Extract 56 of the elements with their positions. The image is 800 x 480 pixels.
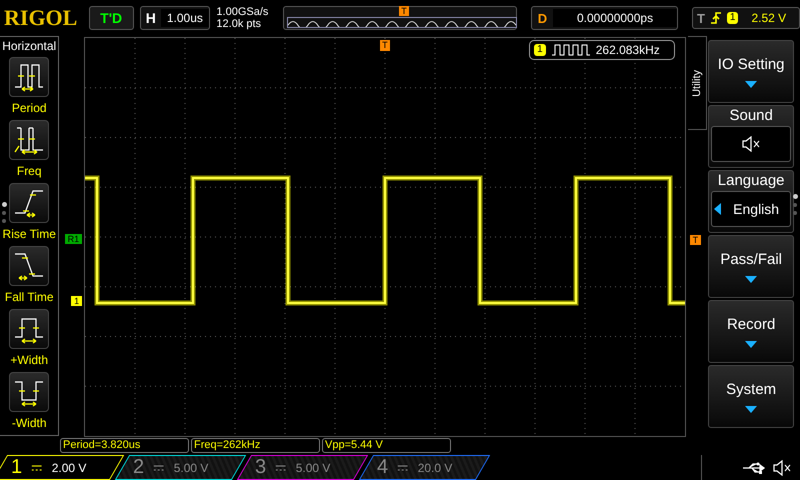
channel-tab[interactable]: 4 20.0 V <box>358 455 490 480</box>
submenu-button[interactable]: Pass/Fail <box>708 235 794 298</box>
submenu-button[interactable]: System <box>708 365 794 428</box>
sound-toggle[interactable] <box>711 126 792 162</box>
measurement-readout: Vpp=5.44 V <box>322 438 451 452</box>
rising-edge-icon <box>710 11 722 25</box>
channel-marker: 1 <box>71 296 82 306</box>
measure-button[interactable] <box>9 246 50 286</box>
measure-button[interactable] <box>9 372 50 412</box>
channel-tab[interactable]: 3 5.00 V <box>236 455 368 480</box>
measure-button[interactable] <box>9 120 50 160</box>
dropdown-arrow-icon <box>745 80 758 88</box>
measure-label: Freq <box>16 164 42 178</box>
timebase-display[interactable]: H 1.00us <box>140 6 210 30</box>
measure-button[interactable] <box>9 183 50 223</box>
delay-display[interactable]: D 0.00000000ps <box>530 6 678 30</box>
measure-label: Rise Time <box>2 227 56 241</box>
menu-item-label: Sound <box>729 106 773 126</box>
trigger-display[interactable]: T 1 2.52 V <box>692 7 800 29</box>
menu-item-label: Language <box>718 171 785 191</box>
memory-depth: 12.0k pts <box>216 18 262 30</box>
submenu-button[interactable]: Record <box>708 300 794 363</box>
brand-logo: RIGOL <box>4 4 78 32</box>
run-status: T'D <box>88 6 134 30</box>
menu-title: Horizontal <box>2 38 56 55</box>
mute-icon <box>772 460 792 476</box>
mute-icon <box>741 136 762 152</box>
dc-coupling-icon <box>154 464 164 470</box>
dc-coupling-icon <box>398 464 408 470</box>
trigger-position-marker: T <box>380 40 390 51</box>
sample-rate: 1.00GSa/s <box>216 6 270 18</box>
channel-badge: 1 <box>534 44 546 56</box>
measure-label: -Width <box>12 416 47 430</box>
dc-coupling-icon <box>32 464 42 470</box>
language-selector[interactable]: English <box>711 191 792 227</box>
measure-button[interactable] <box>9 57 50 97</box>
measure-label: Period <box>12 101 47 115</box>
measure-button[interactable] <box>9 309 50 349</box>
reference-marker: R1 <box>64 234 82 244</box>
dropdown-arrow-icon <box>745 340 758 348</box>
channel-tab[interactable]: 2 5.00 V <box>114 455 246 480</box>
measure-label: +Width <box>10 353 48 367</box>
pulse-train-icon <box>550 44 591 56</box>
channel-tab[interactable]: 1 2.00 V <box>0 455 124 480</box>
dropdown-arrow-icon <box>745 276 758 282</box>
dropdown-arrow-icon <box>745 406 758 412</box>
dc-coupling-icon <box>276 464 286 470</box>
submenu-button[interactable]: IO Setting <box>708 40 794 103</box>
left-arrow-icon <box>714 203 722 215</box>
frequency-value: 262.083kHz <box>596 43 660 57</box>
measurement-readout: Period=3.820us <box>60 438 189 452</box>
measurement-readout: Freq=262kHz <box>191 438 320 452</box>
measure-label: Fall Time <box>4 290 54 304</box>
channel-badge: 1 <box>726 12 738 24</box>
trigger-level-marker: T <box>690 235 702 245</box>
trigger-position-marker: T <box>399 6 409 16</box>
